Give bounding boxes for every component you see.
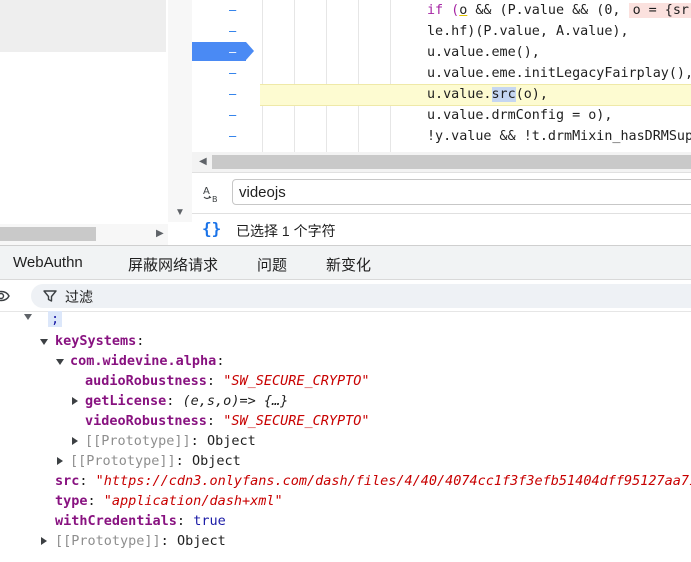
line-gutter[interactable]: – – – – – – – (192, 0, 254, 152)
expand-arrow-icon[interactable] (55, 357, 65, 367)
tree-row-prototype[interactable]: [[Prototype]]: Object (70, 451, 241, 471)
console-object-tree: ; keySystems: com.widevine.alpha: audioR… (0, 311, 691, 562)
left-horizontal-scroll-thumb[interactable] (0, 227, 96, 241)
code-line-4: u.value.eme.initLegacyFairplay(), (427, 66, 691, 81)
selected-tree-row[interactable] (0, 0, 166, 52)
expand-arrow-icon[interactable] (39, 337, 49, 347)
tree-row-widevine[interactable]: com.widevine.alpha: (70, 351, 224, 371)
pretty-print-icon[interactable]: {} (202, 219, 221, 238)
left-pane: ▼ ▶ (0, 0, 192, 245)
eye-icon[interactable] (0, 287, 10, 305)
scroll-right-arrow-icon[interactable]: ▶ (156, 229, 164, 239)
tree-row-video-robustness[interactable]: videoRobustness: "SW_SECURE_CRYPTO" (85, 411, 370, 431)
drawer-tab-bar: WebAuthn 屏蔽网络请求 问题 新变化 (0, 245, 691, 280)
selection-status: 已选择 1 个字符 (236, 223, 336, 239)
gutter-line[interactable]: – (192, 0, 254, 21)
tree-row-type[interactable]: type: "application/dash+xml" (55, 491, 283, 511)
filter-input[interactable]: 过滤 (31, 284, 691, 308)
svg-text:A: A (203, 186, 210, 197)
tree-row-prototype[interactable]: [[Prototype]]: Object (55, 531, 226, 551)
tab-issues[interactable]: 问题 (257, 254, 287, 275)
tab-whats-new[interactable]: 新变化 (326, 254, 371, 275)
gutter-line[interactable]: – (192, 84, 254, 105)
filter-placeholder: 过滤 (65, 289, 93, 305)
snippet-fragment: ; (48, 311, 63, 327)
code-line-6: u.value.drmConfig = o), (427, 108, 613, 123)
code-line-2: le.hf)(P.value, A.value), (427, 24, 629, 39)
inline-value-badge[interactable]: o = {sr (628, 3, 691, 18)
scroll-down-arrow-icon[interactable]: ▼ (175, 208, 185, 218)
filter-icon (43, 290, 57, 302)
svg-text:B: B (212, 195, 218, 204)
left-vertical-scrollbar[interactable] (168, 0, 192, 222)
tree-row-with-credentials[interactable]: withCredentials: true (55, 511, 226, 531)
match-case-icon[interactable]: A B (202, 183, 224, 205)
console-filter-bar: 过滤 (0, 280, 691, 312)
collapsed-arrow-icon[interactable] (55, 456, 65, 466)
tree-row-get-license[interactable]: getLicense: (e,s,o)=> {…} (85, 391, 288, 411)
selected-token[interactable]: src (491, 87, 516, 102)
search-bar: A B (192, 172, 691, 214)
collapsed-arrow-icon[interactable] (70, 436, 80, 446)
tree-row-audio-robustness[interactable]: audioRobustness: "SW_SECURE_CRYPTO" (85, 371, 370, 391)
code-line-5: u.value.src(o), (427, 87, 548, 102)
expand-arrow-icon[interactable] (23, 312, 33, 322)
tree-row-keysystems[interactable]: keySystems: (55, 331, 144, 351)
editor-horizontal-scroll-thumb[interactable] (212, 155, 691, 169)
tab-webauthn[interactable]: WebAuthn (13, 254, 83, 271)
code-line-1: if (o && (P.value && (0, o = {sr (427, 0, 691, 21)
source-editor[interactable]: – – – – – – – if (o && (P.value && (0, o… (192, 0, 691, 152)
collapsed-arrow-icon[interactable] (39, 536, 49, 546)
collapsed-arrow-icon[interactable] (70, 396, 80, 406)
search-input[interactable] (232, 179, 691, 205)
tree-row-prototype[interactable]: [[Prototype]]: Object (85, 431, 256, 451)
gutter-line[interactable]: – (192, 105, 254, 126)
code-line-7: !y.value && !t.drmMixin_hasDRMSup (427, 129, 691, 144)
scroll-left-arrow-icon[interactable]: ◀ (199, 157, 207, 167)
editor-horizontal-scrollbar[interactable]: ◀ (192, 152, 691, 172)
gutter-line[interactable]: – (192, 126, 254, 147)
tree-row-src[interactable]: src: "https://cdn3.onlyfans.com/dash/fil… (55, 471, 691, 491)
code-line-3: u.value.eme(), (427, 45, 540, 60)
gutter-line[interactable]: – (192, 63, 254, 84)
breakpoint-marker[interactable]: – (192, 42, 254, 61)
status-bar: {} 已选择 1 个字符 (192, 213, 691, 246)
gutter-line[interactable]: – (192, 21, 254, 42)
tab-network-request-blocking[interactable]: 屏蔽网络请求 (128, 254, 218, 275)
